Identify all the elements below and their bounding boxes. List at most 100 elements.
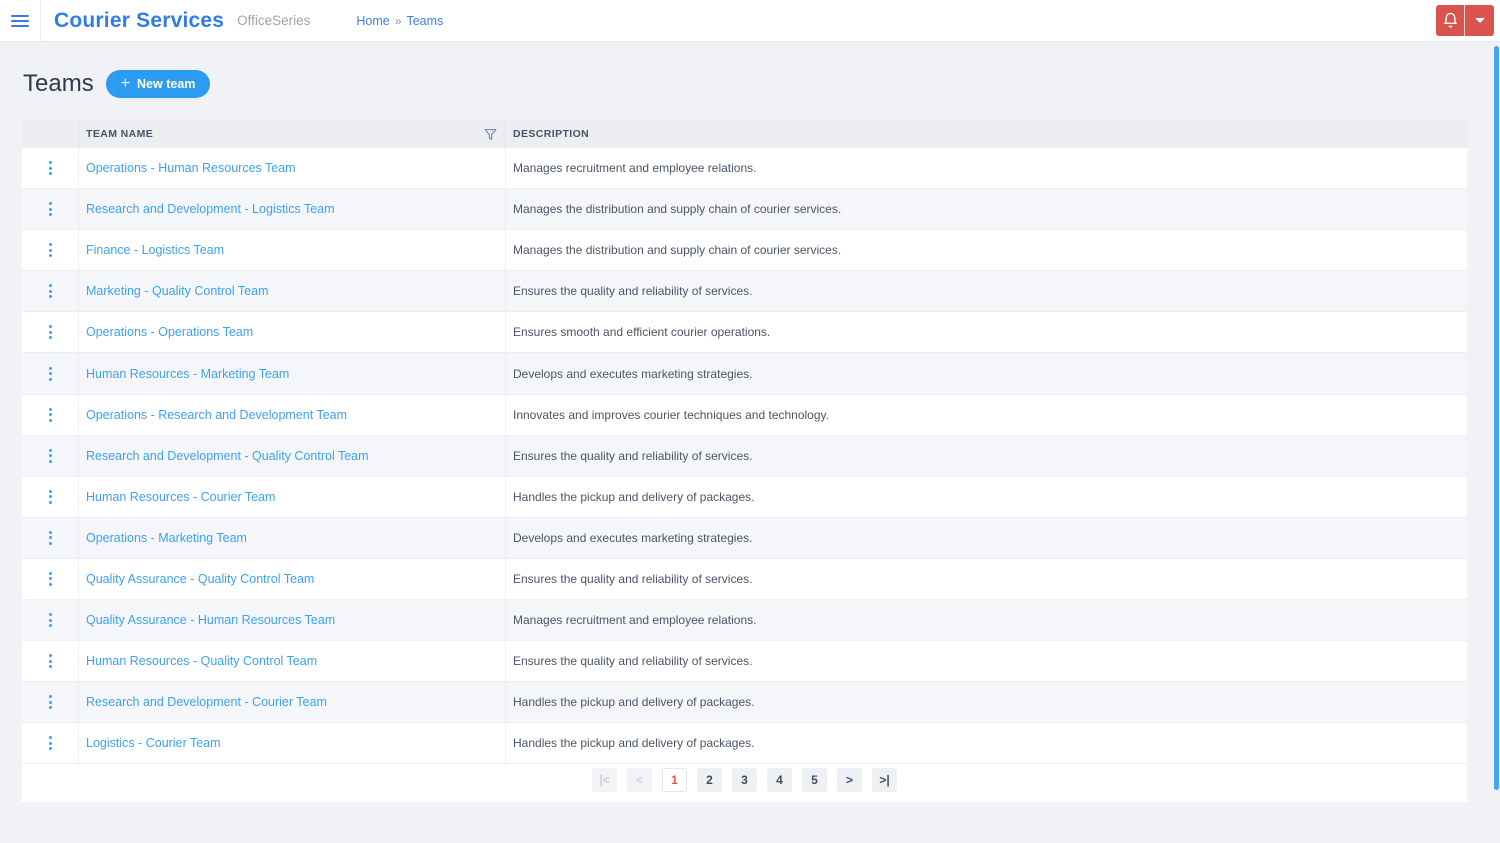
menu-icon[interactable]	[0, 0, 40, 42]
top-bar: Courier Services OfficeSeries Home » Tea…	[0, 0, 1500, 42]
team-description: Handles the pickup and delivery of packa…	[513, 736, 755, 751]
pagination-page-button-4[interactable]: 4	[767, 768, 792, 793]
team-name-link[interactable]: Research and Development - Courier Team	[86, 695, 327, 709]
chevron-down-icon	[1474, 18, 1485, 23]
team-description: Manages the distribution and supply chai…	[513, 202, 842, 217]
pagination-page-button-1[interactable]: 1	[662, 768, 687, 793]
table-row: Finance - Logistics Team Manages the dis…	[22, 230, 1467, 272]
team-description: Develops and executes marketing strategi…	[513, 530, 753, 545]
table-row: Operations - Human Resources Team Manage…	[22, 148, 1467, 190]
plus-icon: +	[120, 75, 131, 92]
team-description: Manages recruitment and employee relatio…	[513, 613, 757, 628]
row-actions-kebab-icon[interactable]	[43, 278, 58, 304]
team-description: Ensures smooth and efficient courier ope…	[513, 325, 771, 340]
team-description: Ensures the quality and reliability of s…	[513, 448, 753, 463]
table-row: Operations - Research and Development Te…	[22, 394, 1467, 436]
row-actions-kebab-icon[interactable]	[43, 484, 58, 510]
pagination-page-button-5[interactable]: 5	[802, 768, 827, 793]
team-name-link[interactable]: Marketing - Quality Control Team	[86, 284, 268, 298]
row-actions-kebab-icon[interactable]	[43, 607, 58, 633]
row-actions-kebab-icon[interactable]	[43, 730, 58, 756]
row-actions-kebab-icon[interactable]	[43, 319, 58, 345]
row-actions-kebab-icon[interactable]	[43, 525, 58, 551]
row-actions-kebab-icon[interactable]	[43, 443, 58, 469]
pagination-next-button[interactable]: >	[837, 768, 862, 793]
team-name-link[interactable]: Operations - Research and Development Te…	[86, 408, 347, 422]
team-description: Handles the pickup and delivery of packa…	[513, 695, 755, 710]
table-row: Human Resources - Quality Control Team E…	[22, 641, 1467, 683]
row-actions-kebab-icon[interactable]	[43, 237, 58, 263]
vertical-scrollbar[interactable]	[1494, 46, 1499, 790]
team-name-link[interactable]: Research and Development - Logistics Tea…	[86, 202, 335, 216]
breadcrumb-home-link[interactable]: Home	[356, 14, 389, 28]
page-head: Teams + New team	[0, 42, 1500, 120]
pagination-page-button-3[interactable]: 3	[732, 768, 757, 793]
row-actions-kebab-icon[interactable]	[43, 196, 58, 222]
row-actions-kebab-icon[interactable]	[43, 402, 58, 428]
team-name-link[interactable]: Operations - Marketing Team	[86, 531, 247, 545]
table-row: Logistics - Courier Team Handles the pic…	[22, 723, 1467, 765]
team-description: Develops and executes marketing strategi…	[513, 366, 753, 381]
pagination-first-button[interactable]: |<	[592, 768, 617, 793]
row-actions-kebab-icon[interactable]	[43, 566, 58, 592]
table-row: Human Resources - Marketing Team Develop…	[22, 353, 1467, 395]
team-description: Handles the pickup and delivery of packa…	[513, 489, 755, 504]
main-content: Teams + New team TEAM NAME DESCRIPTION O…	[0, 42, 1500, 803]
app-subtitle: OfficeSeries	[237, 13, 311, 28]
table-row: Research and Development - Logistics Tea…	[22, 189, 1467, 231]
breadcrumb-current[interactable]: Teams	[406, 14, 443, 28]
breadcrumb-separator: »	[394, 13, 402, 28]
table-row: Research and Development - Quality Contr…	[22, 435, 1467, 477]
notification-dropdown-button[interactable]	[1465, 5, 1494, 36]
actions-column-header	[22, 120, 79, 148]
table-row: Operations - Marketing Team Develops and…	[22, 517, 1467, 559]
table-row: Quality Assurance - Quality Control Team…	[22, 558, 1467, 601]
team-description: Innovates and improves courier technique…	[513, 407, 829, 422]
team-name-column-label: TEAM NAME	[86, 128, 154, 140]
new-team-button-label: New team	[137, 77, 196, 91]
team-name-link[interactable]: Finance - Logistics Team	[86, 243, 224, 257]
row-actions-kebab-icon[interactable]	[43, 689, 58, 715]
teams-table-card: TEAM NAME DESCRIPTION Operations - Human…	[22, 120, 1467, 803]
team-name-link[interactable]: Human Resources - Marketing Team	[86, 367, 289, 381]
pagination: |< < 12345 > >|	[22, 764, 1467, 803]
notification-bell-button[interactable]	[1436, 5, 1465, 36]
new-team-button[interactable]: + New team	[105, 70, 211, 98]
table-row: Human Resources - Courier Team Handles t…	[22, 476, 1467, 518]
team-name-link[interactable]: Quality Assurance - Quality Control Team	[86, 572, 314, 586]
table-row: Operations - Operations Team Ensures smo…	[22, 312, 1467, 354]
pagination-prev-button[interactable]: <	[627, 768, 652, 793]
breadcrumb: Home » Teams	[356, 14, 443, 28]
team-description: Manages the distribution and supply chai…	[513, 243, 842, 258]
team-name-link[interactable]: Research and Development - Quality Contr…	[86, 449, 369, 463]
filter-button[interactable]	[484, 128, 497, 141]
app-brand[interactable]: Courier Services	[54, 9, 224, 33]
table-body: Operations - Human Resources Team Manage…	[22, 148, 1467, 765]
table-row: Quality Assurance - Human Resources Team…	[22, 600, 1467, 642]
notification-split-button	[1436, 5, 1494, 36]
pagination-last-button[interactable]: >|	[872, 768, 897, 793]
team-name-link[interactable]: Human Resources - Quality Control Team	[86, 654, 317, 668]
row-actions-kebab-icon[interactable]	[43, 155, 58, 181]
table-header-row: TEAM NAME DESCRIPTION	[22, 120, 1467, 148]
table-row: Research and Development - Courier Team …	[22, 682, 1467, 724]
page-title: Teams	[23, 70, 94, 97]
team-description: Manages recruitment and employee relatio…	[513, 161, 757, 176]
team-description: Ensures the quality and reliability of s…	[513, 654, 753, 669]
row-actions-kebab-icon[interactable]	[43, 361, 58, 387]
team-name-link[interactable]: Operations - Operations Team	[86, 325, 253, 339]
table-row: Marketing - Quality Control Team Ensures…	[22, 271, 1467, 313]
team-description: Ensures the quality and reliability of s…	[513, 571, 753, 586]
team-name-column-header: TEAM NAME	[79, 120, 506, 148]
topbar-divider	[40, 0, 41, 42]
description-column-header: DESCRIPTION	[506, 120, 1467, 148]
team-name-link[interactable]: Logistics - Courier Team	[86, 736, 221, 750]
notification-bell-icon	[1442, 12, 1459, 29]
row-actions-kebab-icon[interactable]	[43, 648, 58, 674]
team-name-link[interactable]: Human Resources - Courier Team	[86, 490, 275, 504]
description-column-label: DESCRIPTION	[513, 128, 590, 140]
team-name-link[interactable]: Quality Assurance - Human Resources Team	[86, 613, 335, 627]
team-name-link[interactable]: Operations - Human Resources Team	[86, 161, 296, 175]
pagination-page-button-2[interactable]: 2	[697, 768, 722, 793]
filter-funnel-icon	[484, 128, 497, 140]
